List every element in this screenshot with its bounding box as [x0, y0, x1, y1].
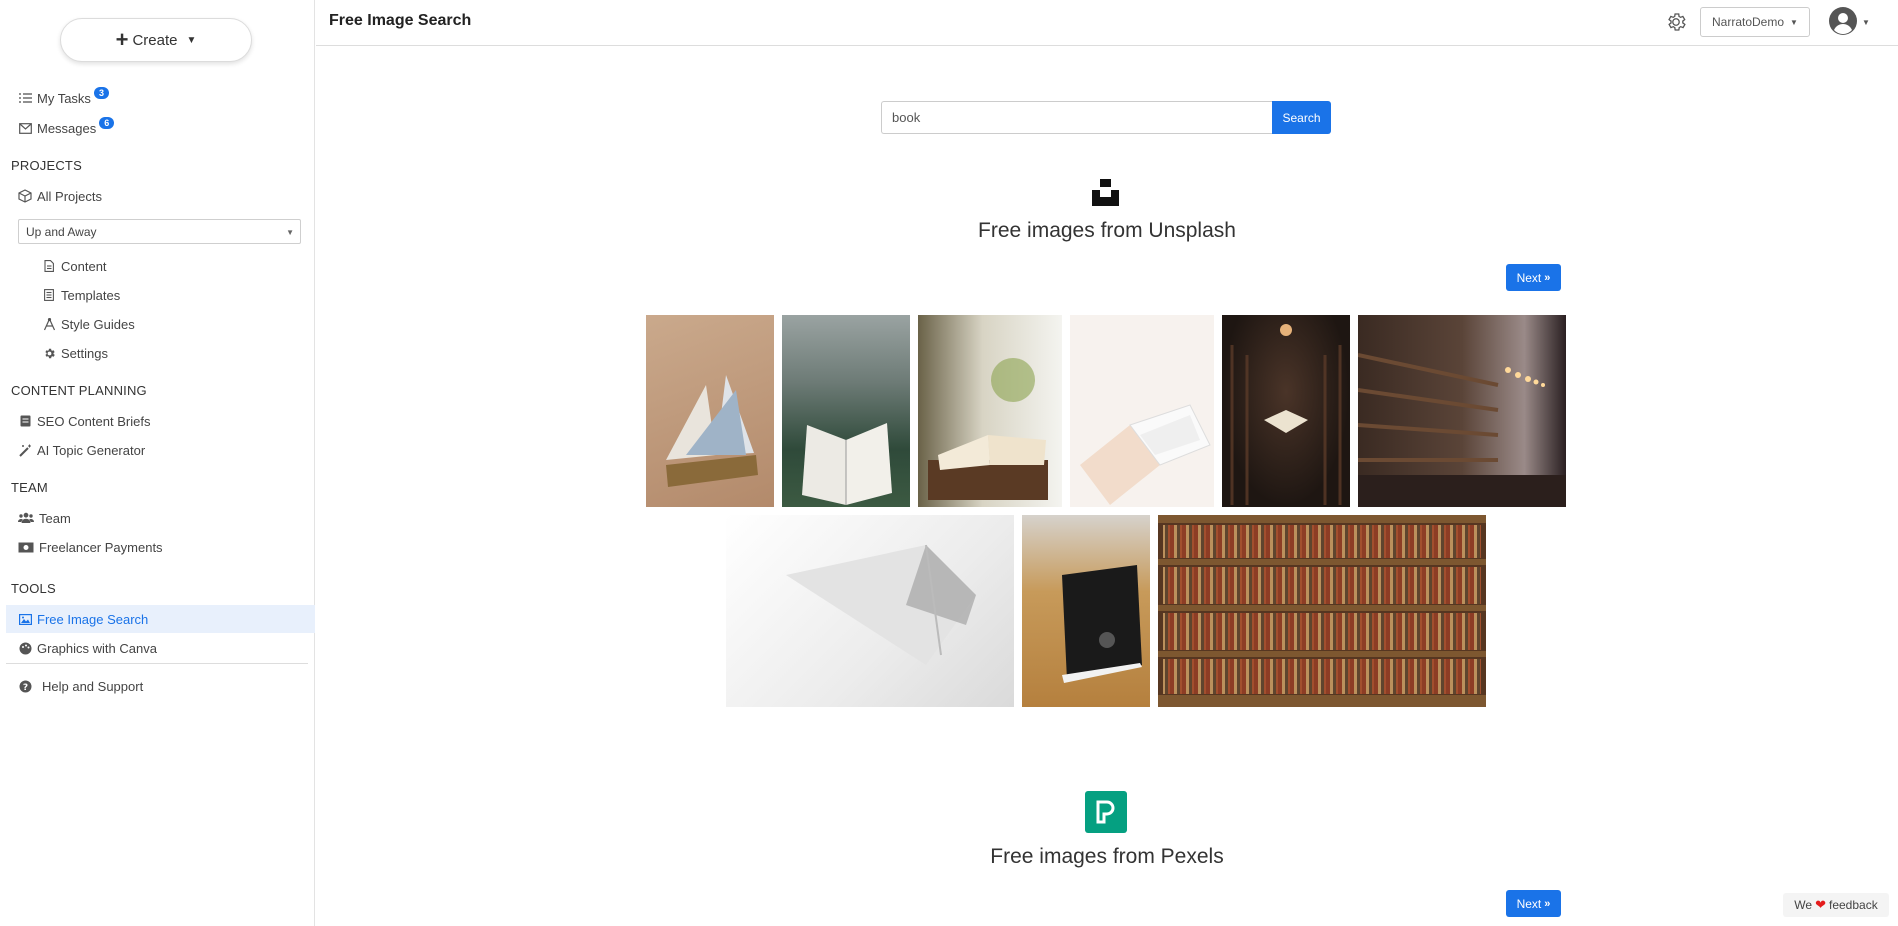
image-thumbnail[interactable] [1158, 515, 1486, 707]
sidebar-item-all-projects[interactable]: All Projects [18, 185, 102, 207]
next-label: Next [1516, 896, 1542, 911]
envelope-icon [18, 121, 32, 135]
pexels-logo-icon [1085, 791, 1127, 833]
image-thumbnail[interactable] [918, 315, 1062, 507]
avatar-menu[interactable]: ▼ [1829, 6, 1873, 38]
sidebar-item-team[interactable]: Team [18, 507, 71, 529]
sidebar-item-label: Freelancer Payments [39, 539, 163, 555]
sidebar-item-my-tasks[interactable]: My Tasks 3 [18, 87, 109, 109]
sidebar-item-free-image-search[interactable]: Free Image Search [18, 608, 148, 630]
image-thumbnail[interactable] [646, 315, 774, 507]
sidebar-item-messages[interactable]: Messages 6 [18, 117, 115, 139]
pexels-section-title: Free images from Pexels [990, 845, 1224, 868]
image-icon [18, 612, 32, 626]
avatar-icon [1829, 6, 1857, 38]
sidebar-item-label: Graphics with Canva [37, 640, 157, 656]
sidebar-item-label: Help and Support [42, 678, 144, 694]
image-thumbnail[interactable] [782, 315, 910, 507]
file-icon [42, 259, 56, 273]
heart-icon: ❤ [1815, 897, 1826, 912]
projects-heading: PROJECTS [11, 158, 82, 173]
project-select[interactable]: Up and Away ▼ [18, 219, 301, 244]
money-bill-icon [18, 540, 34, 554]
sidebar-item-label: Free Image Search [37, 611, 149, 627]
feedback-prefix: We [1794, 898, 1813, 912]
plus-icon: + [115, 27, 129, 52]
sidebar-item-label: Messages [37, 120, 97, 136]
double-chevron-right-icon: » [1544, 897, 1551, 910]
sidebar-divider [6, 663, 308, 664]
user-dropdown[interactable]: NarratoDemo ▼ [1700, 7, 1810, 37]
feedback-label: feedback [1829, 898, 1878, 912]
magic-wand-icon [18, 443, 32, 457]
caret-down-icon: ▼ [1862, 17, 1870, 27]
pexels-next-button[interactable]: Next » [1506, 890, 1561, 917]
image-thumbnail[interactable] [1358, 315, 1566, 507]
sidebar-item-label: Templates [61, 287, 121, 303]
sidebar-item-content[interactable]: Content [42, 255, 107, 277]
create-label: Create [132, 31, 178, 49]
unsplash-logo-icon [1092, 179, 1119, 209]
search-input[interactable]: book [881, 101, 1273, 134]
palette-icon [18, 641, 32, 655]
image-thumbnail[interactable] [1070, 315, 1214, 507]
team-heading: TEAM [11, 480, 48, 495]
sidebar-item-templates[interactable]: Templates [42, 284, 120, 306]
settings-gear-icon[interactable] [1665, 11, 1687, 33]
tasks-icon [18, 91, 32, 105]
sidebar-item-freelancer-payments[interactable]: Freelancer Payments [18, 536, 163, 558]
sidebar-item-seo-content-briefs[interactable]: SEO Content Briefs [18, 410, 150, 432]
sidebar-item-label: AI Topic Generator [37, 442, 146, 458]
caret-down-icon: ▼ [1790, 17, 1798, 27]
gear-icon [42, 346, 56, 360]
image-thumbnail[interactable] [1222, 315, 1350, 507]
sidebar-item-label: All Projects [37, 188, 103, 204]
sidebar-item-settings[interactable]: Settings [42, 342, 108, 364]
search-button[interactable]: Search [1272, 101, 1331, 134]
sidebar-item-label: My Tasks [37, 90, 91, 106]
cube-icon [18, 189, 32, 203]
messages-count-badge: 6 [99, 117, 115, 129]
top-bar: Free Image Search NarratoDemo ▼ ▼ [316, 0, 1898, 46]
sidebar: + Create ▼ My Tasks 3 Messages 6 PROJECT… [0, 0, 315, 926]
tools-heading: TOOLS [11, 581, 56, 596]
content-planning-heading: CONTENT PLANNING [11, 383, 147, 398]
sidebar-item-label: Style Guides [61, 316, 135, 332]
tasks-count-badge: 3 [93, 87, 109, 99]
sidebar-item-ai-topic-generator[interactable]: AI Topic Generator [18, 439, 145, 461]
file-text-icon [42, 288, 56, 302]
sidebar-item-graphics-with-canva[interactable]: Graphics with Canva [18, 637, 157, 659]
question-circle-icon: ? [18, 679, 32, 693]
caret-down-icon: ▼ [186, 34, 197, 46]
svg-text:?: ? [22, 683, 27, 693]
user-name: NarratoDemo [1712, 15, 1785, 29]
page-title: Free Image Search [329, 12, 472, 29]
project-select-value: Up and Away [26, 224, 97, 239]
sidebar-item-label: Content [61, 258, 107, 274]
feedback-button[interactable]: We ❤ feedback [1783, 893, 1889, 917]
create-button[interactable]: + Create ▼ [60, 18, 252, 62]
caret-down-icon: ▼ [286, 228, 294, 237]
next-label: Next [1516, 270, 1542, 285]
double-chevron-right-icon: » [1544, 271, 1551, 284]
users-icon [18, 511, 34, 525]
sidebar-item-help-and-support[interactable]: ? Help and Support [18, 675, 143, 697]
document-icon [18, 414, 32, 428]
unsplash-next-button[interactable]: Next » [1506, 264, 1561, 291]
sidebar-item-label: Team [39, 510, 71, 526]
sidebar-item-label: SEO Content Briefs [37, 413, 151, 429]
pen-nib-icon [42, 317, 56, 331]
image-thumbnail[interactable] [726, 515, 1014, 707]
sidebar-item-label: Settings [61, 345, 108, 361]
unsplash-section-title: Free images from Unsplash [978, 219, 1236, 242]
image-thumbnail[interactable] [1022, 515, 1150, 707]
sidebar-item-style-guides[interactable]: Style Guides [42, 313, 135, 335]
